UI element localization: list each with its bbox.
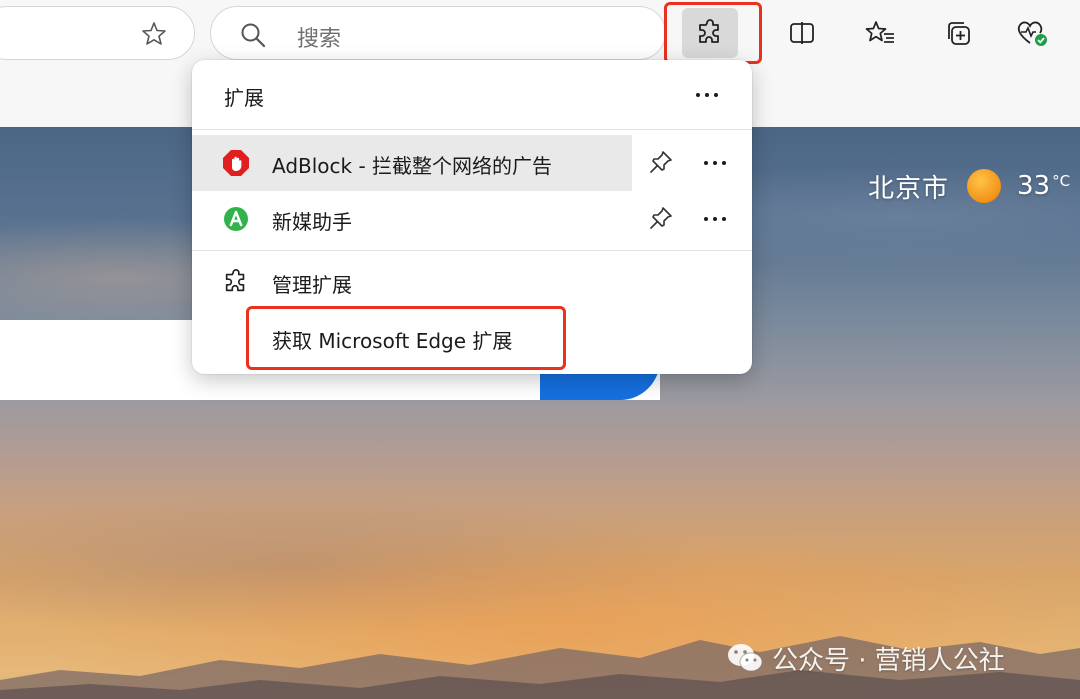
weather-city: 北京市 xyxy=(868,173,950,204)
wechat-icon xyxy=(728,644,763,672)
divider xyxy=(192,250,752,251)
puzzle-icon xyxy=(225,269,245,292)
green-a-icon xyxy=(224,207,248,231)
extensions-popup-header: 扩展 xyxy=(192,60,752,130)
search-input[interactable]: 搜索 xyxy=(210,6,666,60)
weather-temperature: 33 xyxy=(1017,171,1051,201)
more-options-icon[interactable] xyxy=(698,148,732,178)
watermark-text: 公众号 · 营销人公社 xyxy=(772,645,1005,676)
star-icon[interactable] xyxy=(140,20,168,48)
watermark: 公众号 · 营销人公社 xyxy=(726,638,1005,678)
address-bar[interactable] xyxy=(0,6,195,60)
collections-button[interactable] xyxy=(930,8,986,58)
pin-icon[interactable] xyxy=(648,149,674,175)
get-extensions-item[interactable]: 获取 Microsoft Edge 扩展 xyxy=(192,306,752,370)
pin-icon[interactable] xyxy=(648,205,674,231)
extension-label: 新媒助手 xyxy=(272,210,352,234)
weather-widget[interactable]: 北京市 33 °C xyxy=(868,166,1070,206)
search-icon xyxy=(241,23,266,48)
extensions-popup: 扩展 AdBlock - 拦截整个网络的广告 新媒助手 管理扩展 获取 Micr… xyxy=(192,60,752,374)
weather-unit: °C xyxy=(1052,172,1071,190)
extension-label: AdBlock - 拦截整个网络的广告 xyxy=(272,154,553,178)
more-options-icon[interactable] xyxy=(698,204,732,234)
manage-extensions-label: 管理扩展 xyxy=(272,273,352,297)
extension-item-xinmei[interactable]: 新媒助手 xyxy=(192,191,752,247)
browser-essentials-button[interactable] xyxy=(1004,8,1060,58)
get-extensions-label: 获取 Microsoft Edge 扩展 xyxy=(272,329,513,353)
search-placeholder: 搜索 xyxy=(297,27,342,52)
split-screen-icon xyxy=(790,22,814,44)
adblock-hand-icon xyxy=(223,150,249,176)
heart-pulse-icon xyxy=(1017,21,1047,46)
manage-extensions-item[interactable]: 管理扩展 xyxy=(192,256,752,308)
favorites-icon xyxy=(865,21,894,43)
extensions-popup-title: 扩展 xyxy=(224,86,264,110)
split-screen-button[interactable] xyxy=(774,8,830,58)
collections-icon xyxy=(948,22,970,45)
more-options-icon[interactable] xyxy=(690,80,724,110)
puzzle-icon xyxy=(699,19,719,43)
extensions-button[interactable] xyxy=(682,8,738,58)
favorites-button[interactable] xyxy=(852,8,908,58)
sun-icon xyxy=(967,169,1002,203)
extension-item-adblock[interactable]: AdBlock - 拦截整个网络的广告 xyxy=(192,135,752,191)
